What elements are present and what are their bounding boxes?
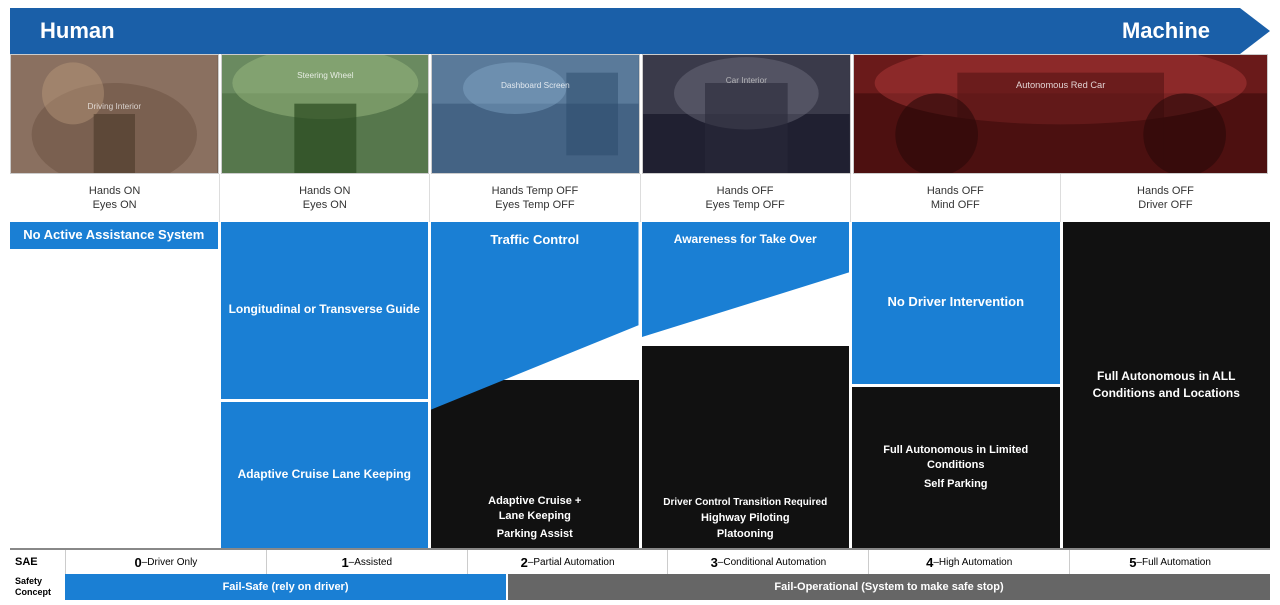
safety-right: Fail-Operational (System to make safe st… (508, 574, 1270, 600)
svg-text:Steering Wheel: Steering Wheel (297, 71, 354, 80)
status-1-text: Hands ONEyes ON (299, 184, 350, 213)
col4-line1: Full Autonomous in Limited Conditions (857, 443, 1055, 472)
images-row: Driving Interior Steering Wheel (10, 54, 1270, 174)
sae-text-1: Assisted (354, 557, 392, 568)
col4-blue-text: No Driver Intervention (887, 294, 1024, 311)
col4-line2: Self Parking (924, 477, 988, 491)
status-2: Hands Temp OFFEyes Temp OFF (429, 174, 639, 222)
col-5: Full Autonomous in ALL Conditions and Lo… (1063, 222, 1271, 548)
sae-cell-5: 5–Full Automation (1069, 550, 1270, 574)
human-label: Human (40, 18, 115, 44)
status-5-text: Hands OFFDriver OFF (1137, 184, 1194, 213)
status-row: Hands ONEyes ON Hands ONEyes ON Hands Te… (10, 174, 1270, 222)
sae-num-3: 3 (711, 555, 718, 570)
sae-num-0: 0 (135, 555, 142, 570)
col-1: Longitudinal or Transverse Guide Adaptiv… (221, 222, 432, 548)
col2-line1: Adaptive Cruise + (488, 495, 581, 507)
col3-line2: Highway Piloting (701, 512, 790, 524)
machine-label: Machine (1122, 18, 1210, 44)
sae-num-4: 4 (926, 555, 933, 570)
sae-num-2: 2 (521, 555, 528, 570)
col3-line1: Driver Control Transition Required (663, 497, 827, 508)
sae-text-0: Driver Only (147, 557, 197, 568)
sae-cell-4: 4–High Automation (868, 550, 1069, 574)
sae-label: SAE (10, 550, 65, 574)
sae-row: SAE 0–Driver Only 1–Assisted 2–Partial A… (10, 548, 1270, 574)
sae-cells: 0–Driver Only 1–Assisted 2–Partial Autom… (65, 550, 1270, 574)
col1-bottom-text: Adaptive Cruise Lane Keeping (238, 466, 411, 483)
safety-right-text: Fail-Operational (System to make safe st… (774, 581, 1003, 593)
status-0: Hands ONEyes ON (10, 174, 219, 222)
safety-label-text: Safety Concept (15, 576, 65, 598)
sae-cell-3: 3–Conditional Automation (667, 550, 868, 574)
col-2: Traffic Control Adaptive Cruise + Lane K… (431, 222, 642, 548)
safety-left-text: Fail-Safe (rely on driver) (223, 581, 349, 593)
col2-black: Adaptive Cruise + Lane Keeping Parking A… (431, 380, 639, 548)
image-3: Car Interior (642, 54, 851, 174)
col1-top-text: Longitudinal or Transverse Guide (229, 302, 420, 318)
col1-bottom: Adaptive Cruise Lane Keeping (221, 399, 429, 548)
status-0-text: Hands ONEyes ON (89, 184, 140, 213)
col-4: No Driver Intervention Full Autonomous i… (852, 222, 1063, 548)
status-1: Hands ONEyes ON (219, 174, 429, 222)
svg-text:Autonomous Red Car: Autonomous Red Car (1016, 80, 1105, 90)
sae-cell-0: 0–Driver Only (65, 550, 266, 574)
svg-text:Driving Interior: Driving Interior (88, 102, 142, 111)
sae-text-5: Full Automation (1142, 557, 1211, 568)
image-1: Steering Wheel (221, 54, 430, 174)
col2-traffic-text: Traffic Control (490, 232, 579, 247)
sae-text-4: High Automation (939, 557, 1012, 568)
col3-blue-text: Awareness for Take Over (674, 232, 817, 248)
col2-line3: Parking Assist (497, 528, 573, 540)
col-0: No Active Assistance System (10, 222, 221, 548)
main-content: No Active Assistance System Longitudinal… (10, 222, 1270, 548)
col0-text: No Active Assistance System (23, 227, 204, 244)
col4-black: Full Autonomous in Limited Conditions Se… (852, 384, 1060, 549)
image-45: Autonomous Red Car (853, 54, 1268, 174)
col4-blue: No Driver Intervention (852, 222, 1060, 384)
image-2: Dashboard Screen (431, 54, 640, 174)
col5-black: Full Autonomous in ALL Conditions and Lo… (1063, 222, 1271, 548)
status-4: Hands OFFMind OFF (850, 174, 1060, 222)
status-3: Hands OFFEyes Temp OFF (640, 174, 850, 222)
main-container: Human Machine Driving Interior (0, 0, 1280, 605)
image-0: Driving Interior (10, 54, 219, 174)
sae-text-3: Conditional Automation (723, 557, 826, 568)
status-3-text: Hands OFFEyes Temp OFF (705, 184, 784, 213)
col3-black: Driver Control Transition Required Highw… (642, 346, 850, 548)
sae-num-5: 5 (1129, 555, 1136, 570)
arrow-header: Human Machine (10, 8, 1270, 54)
col1-container: Longitudinal or Transverse Guide Adaptiv… (221, 222, 429, 548)
col3-blue: Awareness for Take Over (642, 222, 850, 366)
sae-num-1: 1 (341, 555, 348, 570)
status-4-text: Hands OFFMind OFF (927, 184, 984, 213)
safety-left: Fail-Safe (rely on driver) (65, 574, 506, 600)
col3-line3: Platooning (717, 528, 774, 540)
sae-text-2: Partial Automation (533, 557, 614, 568)
sae-cell-2: 2–Partial Automation (467, 550, 668, 574)
sae-cell-1: 1–Assisted (266, 550, 467, 574)
col5-text: Full Autonomous in ALL Conditions and Lo… (1068, 368, 1266, 402)
status-5: Hands OFFDriver OFF (1060, 174, 1270, 222)
status-2-text: Hands Temp OFFEyes Temp OFF (492, 184, 579, 213)
col0-blue: No Active Assistance System (10, 222, 218, 249)
col-3: Awareness for Take Over Driver Control T… (642, 222, 853, 548)
safety-label: Safety Concept (10, 574, 65, 600)
svg-text:Car Interior: Car Interior (726, 76, 768, 85)
col2-line2: Lane Keeping (499, 510, 571, 522)
col1-top: Longitudinal or Transverse Guide (221, 222, 429, 399)
safety-row: Safety Concept Fail-Safe (rely on driver… (10, 574, 1270, 600)
svg-text:Dashboard Screen: Dashboard Screen (501, 81, 570, 90)
